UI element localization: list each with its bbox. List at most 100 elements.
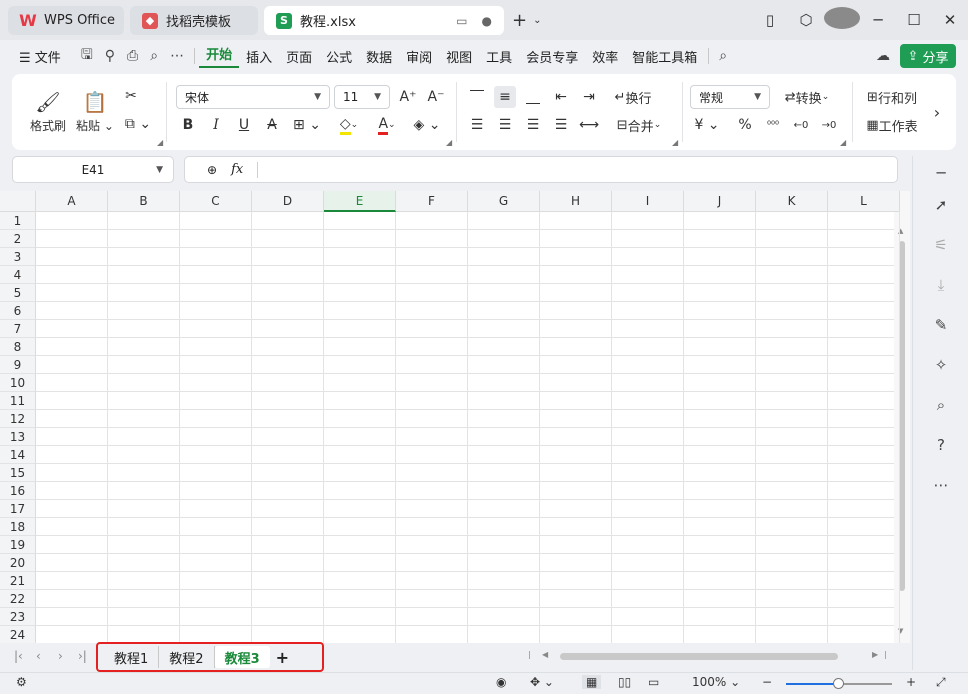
increase-font-button[interactable]: A⁺ [396,86,420,108]
dialog-launcher-icon[interactable]: ◢ [672,138,678,147]
row-header-24[interactable]: 24 [0,626,36,643]
collapse-icon[interactable]: ─ [913,164,968,182]
row-header-20[interactable]: 20 [0,554,36,572]
decrease-decimal-button[interactable]: →0 [818,114,840,136]
row-header-22[interactable]: 22 [0,590,36,608]
macro-icon[interactable]: ⚙ [16,675,27,689]
align-top-button[interactable]: ⎺ [466,86,488,108]
minimize-button[interactable]: ─ [860,11,896,29]
worksheet-button[interactable]: ▦ 工作表 [862,114,922,136]
align-bottom-button[interactable]: ⎽ [522,86,544,108]
row-header-18[interactable]: 18 [0,518,36,536]
ribbon-scroll-right[interactable]: › [926,94,948,130]
italic-button[interactable]: I [206,114,226,136]
scroll-start-icon[interactable]: | [528,650,531,659]
currency-button[interactable]: ¥ ⌄ [692,114,722,136]
share-link-icon[interactable]: ⚲ [99,48,121,64]
wrap-text-button[interactable]: ↵ 换行 [608,86,658,108]
print-preview-icon[interactable]: ⌕ [144,48,164,64]
magic-wand-icon[interactable]: ✧ [913,356,968,374]
tab-wps-office[interactable]: W WPS Office [8,6,124,35]
name-box[interactable]: E41 ▼ [12,156,174,183]
zoom-level[interactable]: 100% ⌄ [692,675,740,689]
menu-item-insert[interactable]: 插入 [239,47,279,66]
select-all-corner[interactable] [0,191,36,212]
increase-decimal-button[interactable]: ←0 [790,114,812,136]
row-header-19[interactable]: 19 [0,536,36,554]
scrollbar-thumb[interactable] [560,653,838,660]
adjust-icon[interactable]: ⚟ [913,236,968,254]
column-header-l[interactable]: L [828,191,900,212]
number-format-select[interactable]: 常规 ▼ [690,85,770,109]
page-layout-icon[interactable]: ▯▯ [618,675,631,689]
decrease-font-button[interactable]: A⁻ [424,86,448,108]
distribute-button[interactable]: ⟷ [578,114,600,136]
sidebar-toggle-icon[interactable]: ▯ [752,11,788,29]
menu-item-tools[interactable]: 工具 [479,47,519,66]
row-header-4[interactable]: 4 [0,266,36,284]
row-header-6[interactable]: 6 [0,302,36,320]
row-header-2[interactable]: 2 [0,230,36,248]
menu-item-efficiency[interactable]: 效率 [585,47,625,66]
increase-indent-button[interactable]: ⇥ [578,86,600,108]
paste-button[interactable]: 📋 粘贴 ⌄ [74,84,116,140]
next-sheet-icon[interactable]: › [58,649,63,663]
file-menu[interactable]: ☰ 文件 [12,47,75,66]
prev-sheet-icon[interactable]: ‹ [36,649,41,663]
function-icon[interactable]: fx [231,162,243,177]
print-icon[interactable]: ⎙ [121,48,144,64]
column-header-a[interactable]: A [36,191,108,212]
row-header-16[interactable]: 16 [0,482,36,500]
column-header-f[interactable]: F [396,191,468,212]
cut-button[interactable]: ✂ [120,86,142,106]
menu-item-home[interactable]: 开始 [199,44,240,68]
fullscreen-icon[interactable]: ⤢ [936,675,946,690]
thousands-button[interactable]: ⁰⁰⁰ [762,114,784,136]
column-header-i[interactable]: I [612,191,684,212]
bold-button[interactable]: B [178,114,198,136]
row-column-button[interactable]: ⊞ 行和列 [862,86,922,108]
add-sheet-button[interactable]: + [270,646,295,668]
cube-icon[interactable]: ⬡ [788,11,824,29]
row-header-5[interactable]: 5 [0,284,36,302]
justify-button[interactable]: ☰ [550,114,572,136]
align-left-button[interactable]: ☰ [466,114,488,136]
monitor-icon[interactable]: ▭ [456,14,467,28]
eye-protection-icon[interactable]: ◉ [496,675,506,689]
menu-item-member[interactable]: 会员专享 [519,47,585,66]
zoom-in-button[interactable]: + [906,675,916,689]
row-header-14[interactable]: 14 [0,446,36,464]
font-size-select[interactable]: 11 ▼ [334,85,390,109]
column-header-c[interactable]: C [180,191,252,212]
first-sheet-icon[interactable]: |‹ [14,649,23,663]
dialog-launcher-icon[interactable]: ◢ [446,138,452,147]
maximize-button[interactable]: ☐ [896,11,932,29]
dialog-launcher-icon[interactable]: ◢ [840,138,846,147]
format-painter-button[interactable]: 🖌 格式刷 [24,84,72,140]
align-middle-button[interactable]: ≡ [494,86,516,108]
underline-button[interactable]: U [234,114,254,136]
dialog-launcher-icon[interactable]: ◢ [157,138,163,147]
menu-item-view[interactable]: 视图 [439,47,479,66]
cloud-icon[interactable]: ☁ [876,48,890,64]
sheet-tab[interactable]: 教程1 [104,646,160,668]
vertical-scrollbar[interactable]: ▲ ▼ [894,191,910,643]
transform-icon[interactable]: ⤓ [913,276,968,294]
font-color-button[interactable]: A ⌄ [370,114,404,136]
share-button[interactable]: ⇪ 分享 [900,44,956,68]
menu-item-smart-toolbox[interactable]: 智能工具箱 [625,47,704,66]
menu-item-data[interactable]: 数据 [359,47,399,66]
close-button[interactable]: ✕ [932,11,968,29]
search-icon[interactable]: ⌕ [713,48,733,64]
row-header-23[interactable]: 23 [0,608,36,626]
column-header-e[interactable]: E [324,191,396,212]
save-icon[interactable]: 🖫 [75,44,99,68]
tab-template[interactable]: ◆ 找稻壳模板 [130,6,258,35]
select-pointer-icon[interactable]: ➚ [913,196,968,214]
row-header-9[interactable]: 9 [0,356,36,374]
row-header-13[interactable]: 13 [0,428,36,446]
row-header-12[interactable]: 12 [0,410,36,428]
sheet-tab[interactable]: 教程2 [159,646,215,668]
book-search-icon[interactable]: ⌕ [913,396,968,414]
spreadsheet-grid[interactable]: ▲ ▼ A B C D E F G H I J K L 1 2 3 4 5 6 7 8 9 10 11 12 13 14 15 16 1… [0,191,910,643]
